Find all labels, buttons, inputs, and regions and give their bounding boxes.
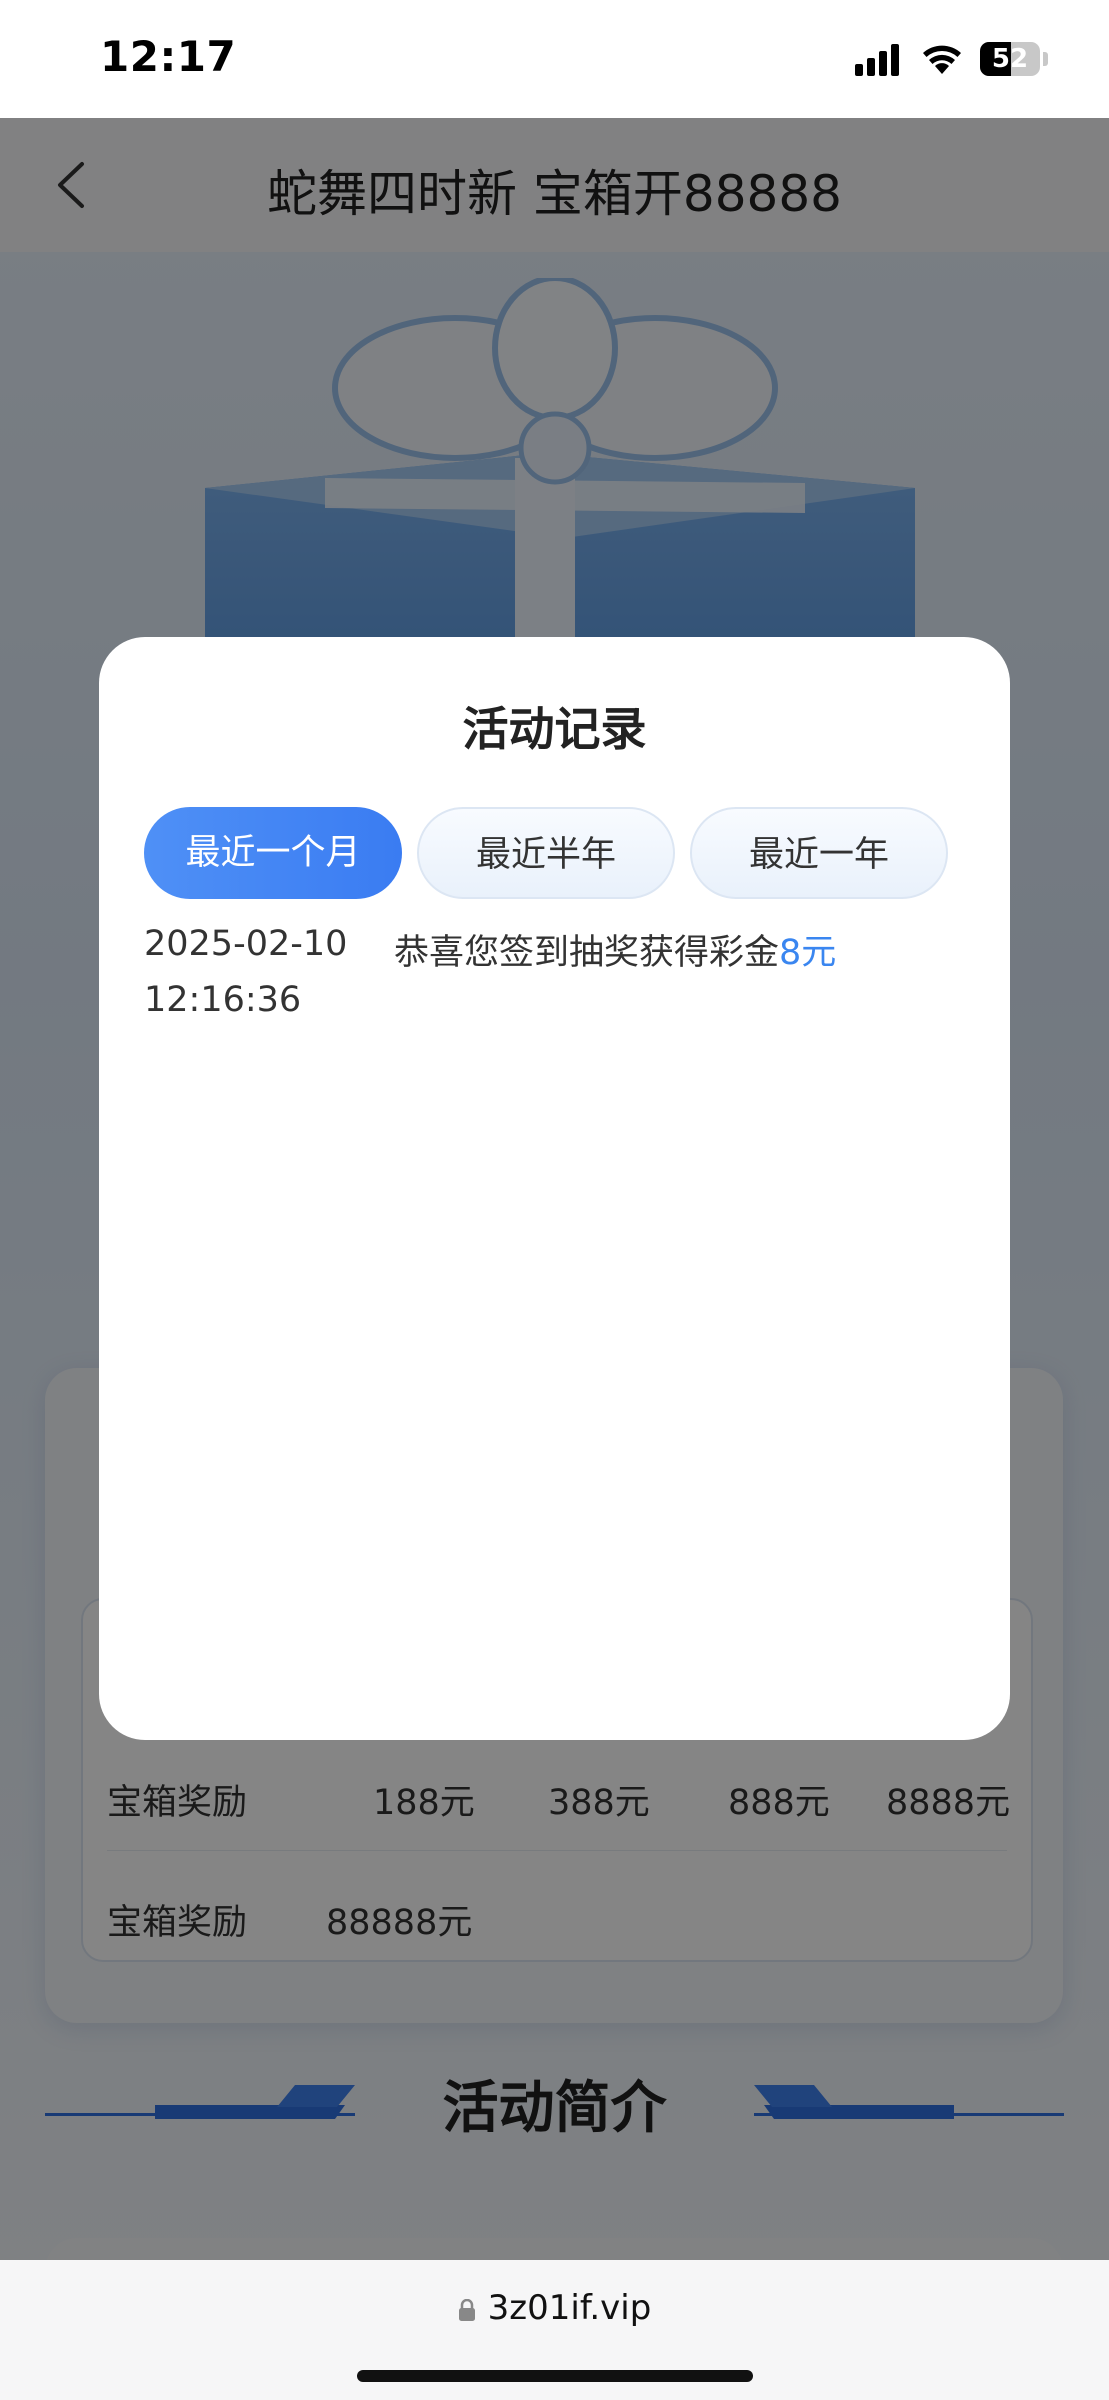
record-message: 恭喜您签到抽奖获得彩金8元 <box>394 924 836 975</box>
status-bar: 12:17 52 <box>0 0 1109 118</box>
record-text: 恭喜您签到抽奖获得彩金 <box>394 933 780 973</box>
status-time: 12:17 <box>100 32 237 81</box>
battery-level: 52 <box>991 44 1029 74</box>
url-field[interactable]: 3z01if.vip <box>0 2288 1109 2328</box>
tab-last-month[interactable]: 最近一个月 <box>144 807 402 899</box>
tab-last-year[interactable]: 最近一年 <box>690 807 948 899</box>
signal-icon <box>855 44 901 76</box>
url-text: 3z01if.vip <box>487 2288 652 2328</box>
battery-tip <box>1043 52 1048 66</box>
record-date: 2025-02-10 <box>144 924 348 964</box>
browser-address-bar: 3z01if.vip <box>0 2260 1109 2400</box>
lock-icon <box>458 2299 475 2321</box>
record-amount: 8元 <box>779 933 837 973</box>
home-indicator[interactable] <box>357 2370 753 2382</box>
activity-record-modal: 活动记录 最近一个月 最近半年 最近一年 2025-02-10 12:16:36… <box>99 637 1010 1740</box>
tab-last-half-year[interactable]: 最近半年 <box>417 807 675 899</box>
battery-icon: 52 <box>980 42 1040 76</box>
modal-title: 活动记录 <box>462 702 647 756</box>
wifi-icon <box>923 45 961 74</box>
record-time: 12:16:36 <box>144 980 302 1020</box>
